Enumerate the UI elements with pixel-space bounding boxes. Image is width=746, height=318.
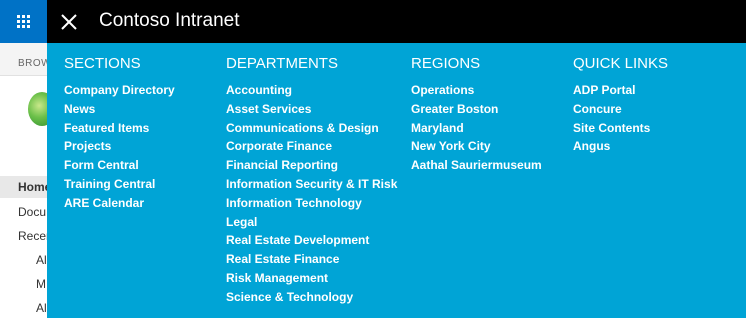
link-list: Operations Greater Boston Maryland New Y…	[411, 81, 542, 175]
column-heading: QUICK LINKS	[573, 55, 669, 72]
menu-link-are-calendar[interactable]: ARE Calendar	[64, 196, 144, 210]
menu-link-new-york-city[interactable]: New York City	[411, 139, 491, 153]
column-heading: DEPARTMENTS	[226, 55, 338, 72]
menu-link-real-estate-finance[interactable]: Real Estate Finance	[226, 252, 339, 266]
menu-link-risk-management[interactable]: Risk Management	[226, 271, 328, 285]
menu-link-adp-portal[interactable]: ADP Portal	[573, 83, 635, 97]
menu-link-information-security[interactable]: Information Security & IT Risk	[226, 177, 397, 191]
menu-link-accounting[interactable]: Accounting	[226, 83, 292, 97]
menu-link-projects[interactable]: Projects	[64, 139, 111, 153]
menu-link-information-technology[interactable]: Information Technology	[226, 196, 362, 210]
close-icon	[61, 14, 77, 30]
menu-column-quick-links: QUICK LINKS ADP Portal Concure Site Cont…	[573, 55, 668, 156]
nav-item-recent-2[interactable]: M	[36, 277, 46, 291]
waffle-icon	[17, 15, 30, 28]
menu-link-operations[interactable]: Operations	[411, 83, 474, 97]
menu-link-featured-items[interactable]: Featured Items	[64, 121, 149, 135]
link-list: Company Directory News Featured Items Pr…	[64, 81, 175, 213]
suite-bar: Contoso Intranet	[47, 0, 746, 43]
close-menu-button[interactable]	[57, 10, 81, 34]
menu-link-angus[interactable]: Angus	[573, 139, 610, 153]
menu-link-communications-design[interactable]: Communications & Design	[226, 121, 379, 135]
mega-menu-panel: SECTIONS Company Directory News Featured…	[47, 43, 746, 318]
nav-item-recent-3[interactable]: Al	[36, 301, 47, 315]
menu-link-form-central[interactable]: Form Central	[64, 158, 139, 172]
column-heading: SECTIONS	[64, 55, 141, 72]
menu-link-corporate-finance[interactable]: Corporate Finance	[226, 139, 332, 153]
menu-column-sections: SECTIONS Company Directory News Featured…	[64, 55, 175, 213]
menu-link-maryland[interactable]: Maryland	[411, 121, 464, 135]
nav-item-home[interactable]: Home	[0, 176, 51, 198]
menu-link-site-contents[interactable]: Site Contents	[573, 121, 650, 135]
menu-link-asset-services[interactable]: Asset Services	[226, 102, 311, 116]
column-heading: REGIONS	[411, 55, 481, 72]
menu-link-training-central[interactable]: Training Central	[64, 177, 155, 191]
menu-link-aathal-sauriermuseum[interactable]: Aathal Sauriermuseum	[411, 158, 542, 172]
site-title[interactable]: Contoso Intranet	[99, 10, 239, 32]
menu-column-departments: DEPARTMENTS Accounting Asset Services Co…	[226, 55, 397, 307]
nav-item-documents[interactable]: Docu	[18, 205, 46, 219]
link-list: ADP Portal Concure Site Contents Angus	[573, 81, 668, 156]
menu-link-science-technology[interactable]: Science & Technology	[226, 290, 353, 304]
menu-link-real-estate-development[interactable]: Real Estate Development	[226, 233, 369, 247]
menu-link-company-directory[interactable]: Company Directory	[64, 83, 175, 97]
link-list: Accounting Asset Services Communications…	[226, 81, 397, 307]
nav-item-recent-1[interactable]: Al	[36, 253, 47, 267]
menu-link-greater-boston[interactable]: Greater Boston	[411, 102, 498, 116]
menu-column-regions: REGIONS Operations Greater Boston Maryla…	[411, 55, 542, 175]
menu-link-legal[interactable]: Legal	[226, 215, 257, 229]
menu-link-financial-reporting[interactable]: Financial Reporting	[226, 158, 338, 172]
menu-link-concure[interactable]: Concure	[573, 102, 622, 116]
app-launcher-button[interactable]	[0, 0, 47, 43]
menu-link-news[interactable]: News	[64, 102, 95, 116]
